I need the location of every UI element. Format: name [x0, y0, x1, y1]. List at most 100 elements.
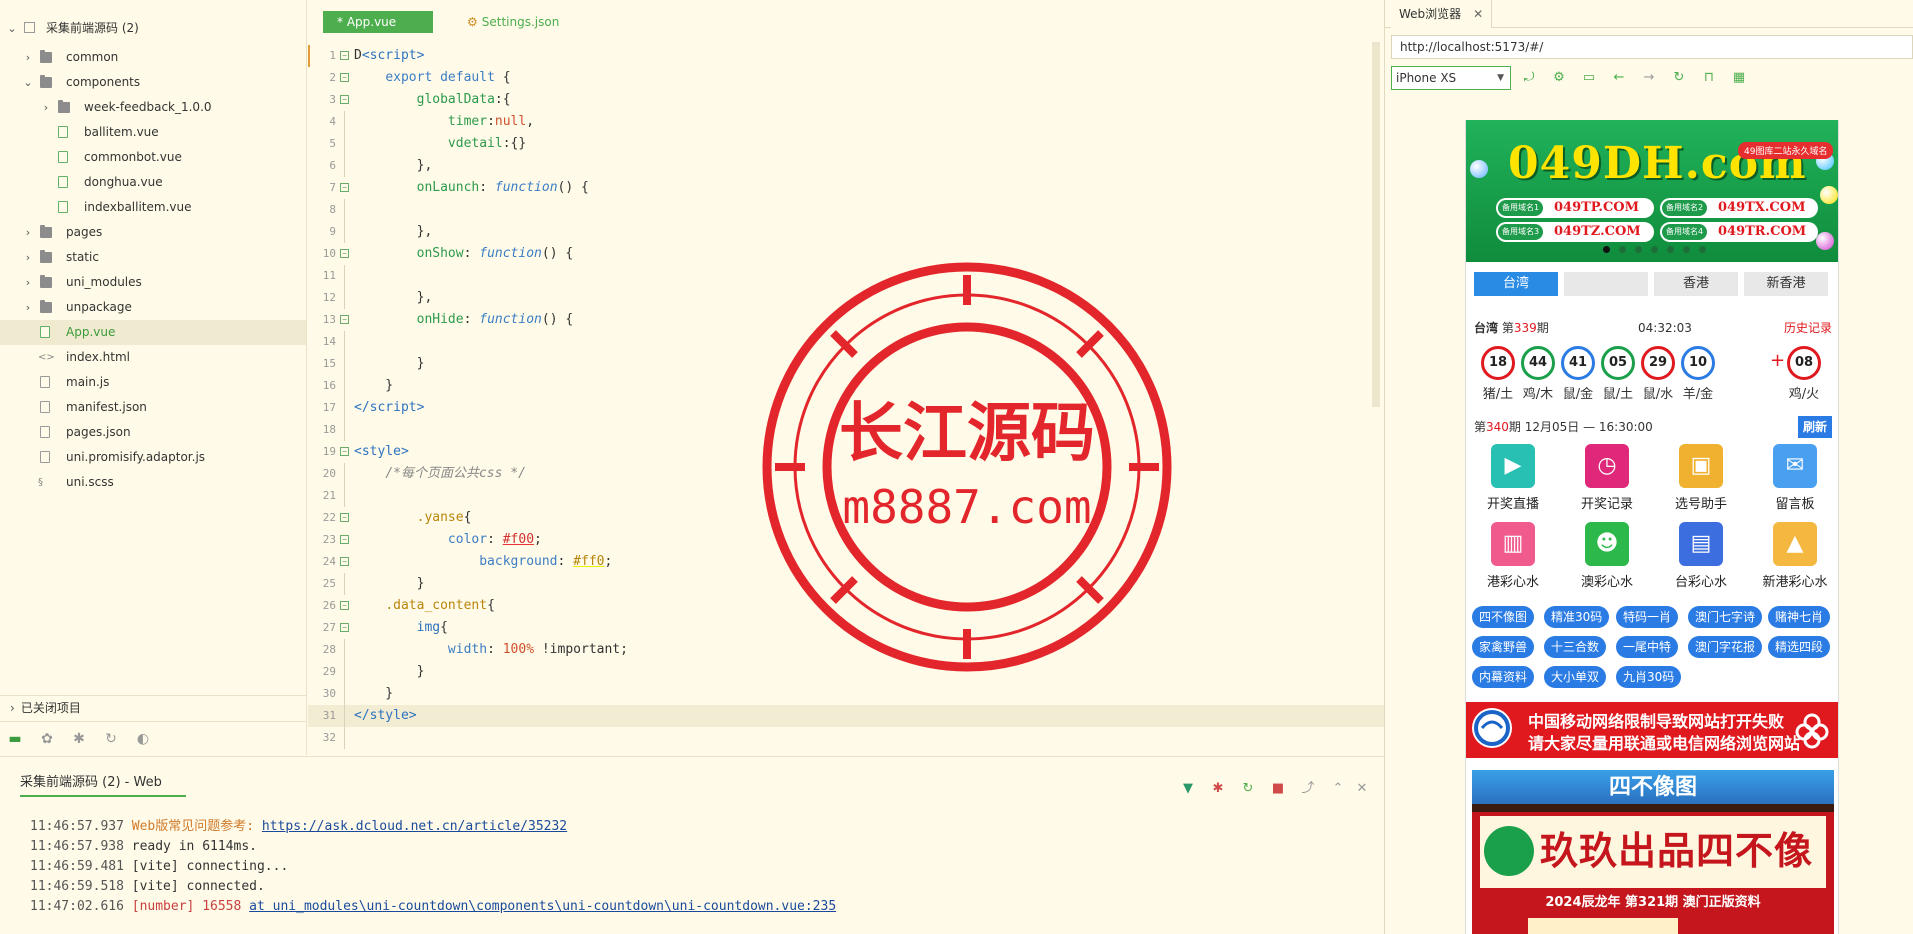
lock-icon[interactable]: ⊓ — [1701, 70, 1717, 86]
category-chip[interactable]: 澳门七字诗 — [1688, 606, 1763, 628]
code-line[interactable]: 24− background: #ff0; — [308, 551, 1384, 573]
plugin-icon[interactable]: ✿ — [38, 730, 56, 748]
category-chip[interactable]: 四不像图 — [1472, 606, 1535, 628]
fold-toggle-icon[interactable]: − — [340, 183, 349, 192]
fold-toggle-icon[interactable]: − — [340, 535, 349, 544]
export-icon[interactable]: ⤴ — [1300, 781, 1316, 797]
settings-icon[interactable]: ⚙ — [1551, 70, 1567, 86]
fold-toggle-icon[interactable]: − — [340, 51, 349, 60]
feature-item[interactable]: ✉ 留言板 — [1750, 444, 1838, 512]
code-line[interactable]: 12 }, — [308, 287, 1384, 309]
code-line[interactable]: 10− onShow: function() { — [308, 243, 1384, 265]
category-chip[interactable]: 一尾中特 — [1616, 636, 1679, 658]
phone-viewport[interactable]: 049DH.com 49图库二站永久域名 备用域名1 049TP.COM 备用域名… — [1465, 120, 1839, 934]
tree-item[interactable]: ballitem.vue — [0, 120, 306, 145]
browser-tab[interactable]: Web浏览器 ✕ — [1391, 0, 1493, 28]
tree-item[interactable]: indexballitem.vue — [0, 195, 306, 220]
code-line[interactable]: 15 } — [308, 353, 1384, 375]
code-line[interactable]: 30 } — [308, 683, 1384, 705]
category-chip[interactable]: 家禽野兽 — [1472, 636, 1535, 658]
code-line[interactable]: 21 — [308, 485, 1384, 507]
code-line[interactable]: 3− globalData:{ — [308, 89, 1384, 111]
project-root[interactable]: ⌄ 采集前端源码 (2) — [0, 16, 306, 41]
refresh-button[interactable]: 刷新 — [1797, 416, 1832, 438]
chevron-down-icon[interactable]: ⌄ — [6, 16, 18, 41]
close-icon[interactable]: ✕ — [1473, 0, 1483, 28]
fold-toggle-icon[interactable]: − — [340, 73, 349, 82]
code-line[interactable]: 27− img{ — [308, 617, 1384, 639]
carousel-dot[interactable] — [1683, 246, 1690, 253]
tree-item[interactable]: uni.promisify.adaptor.js — [0, 445, 306, 470]
category-chip[interactable]: 内幕资料 — [1472, 666, 1535, 688]
code-area[interactable]: 1− D<script> 2− export default {3− globalD… — [308, 45, 1384, 749]
qrcode-icon[interactable]: ▦ — [1731, 70, 1747, 86]
category-chip[interactable]: 十三合数 — [1544, 636, 1607, 658]
code-line[interactable]: 26− .data_content{ — [308, 595, 1384, 617]
region-tab-taiwan[interactable]: 台湾 — [1474, 272, 1558, 296]
carousel-dot[interactable] — [1699, 246, 1706, 253]
editor-scrollbar[interactable] — [1372, 42, 1380, 407]
tree-item[interactable]: App.vue — [0, 320, 306, 345]
code-line[interactable]: 16 } — [308, 375, 1384, 397]
tree-item[interactable]: main.js — [0, 370, 306, 395]
bug-icon[interactable]: ✱ — [1210, 781, 1226, 797]
chevron-right-icon[interactable]: › — [22, 295, 34, 320]
tree-item[interactable]: pages.json — [0, 420, 306, 445]
code-line[interactable]: 5 vdetail:{} — [308, 133, 1384, 155]
code-line[interactable]: 8 — [308, 199, 1384, 221]
clear-icon[interactable]: ✕ — [1354, 781, 1370, 797]
tab-app-vue[interactable]: * App.vue — [323, 11, 433, 33]
rotate-icon[interactable]: ⤾ — [1521, 70, 1537, 86]
fold-toggle-icon[interactable]: − — [340, 447, 349, 456]
collapse-icon[interactable]: ⌃ — [1330, 781, 1346, 797]
poster-four-unlike[interactable]: 四不像图 玖玖出品四不像 2024辰龙年 第321期 澳门正版资料 — [1472, 770, 1834, 934]
category-chip[interactable]: 精选四段 — [1768, 636, 1831, 658]
carousel-dot[interactable] — [1619, 246, 1626, 253]
code-line[interactable]: 29 } — [308, 661, 1384, 683]
chevron-right-icon[interactable]: › — [40, 95, 52, 120]
code-line[interactable]: 4 timer:null, — [308, 111, 1384, 133]
fold-toggle-icon[interactable]: − — [340, 557, 349, 566]
tree-item[interactable]: › common — [0, 45, 306, 70]
tab-settings-json[interactable]: ⚙ Settings.json — [453, 11, 573, 33]
history-link[interactable]: 历史记录 — [1784, 318, 1832, 338]
fold-toggle-icon[interactable]: − — [340, 623, 349, 632]
carousel-dot[interactable] — [1651, 246, 1658, 253]
code-line[interactable]: 14 — [308, 331, 1384, 353]
category-chip[interactable]: 澳门字花报 — [1688, 636, 1763, 658]
region-tab-new-hongkong[interactable]: 新香港 — [1744, 272, 1828, 296]
tree-item[interactable]: commonbot.vue — [0, 145, 306, 170]
code-line[interactable]: 19− <style> — [308, 441, 1384, 463]
fold-toggle-icon[interactable]: − — [340, 95, 349, 104]
region-tab-blank[interactable] — [1564, 272, 1648, 296]
chevron-right-icon[interactable]: › — [22, 220, 34, 245]
feature-item[interactable]: ▤ 台彩心水 — [1656, 522, 1746, 590]
code-line[interactable]: 9 }, — [308, 221, 1384, 243]
category-chip[interactable]: 九肖30码 — [1616, 666, 1682, 688]
carousel-dot[interactable] — [1635, 246, 1642, 253]
chevron-down-icon[interactable]: ⌄ — [22, 70, 34, 95]
code-line[interactable]: 22− .yanse{ — [308, 507, 1384, 529]
category-chip[interactable]: 大小单双 — [1544, 666, 1607, 688]
folder-icon[interactable]: ▬ — [6, 730, 24, 748]
back-icon[interactable]: ← — [1611, 70, 1627, 86]
category-chip[interactable]: 特码一肖 — [1616, 606, 1679, 628]
tree-item[interactable]: › pages — [0, 220, 306, 245]
chevron-right-icon[interactable]: › — [22, 245, 34, 270]
code-line[interactable]: 20 /*每个页面公共css */ — [308, 463, 1384, 485]
stop-icon[interactable]: ■ — [1270, 781, 1286, 797]
feature-item[interactable]: ☻ 澳彩心水 — [1562, 522, 1652, 590]
tree-item[interactable]: › uni_modules — [0, 270, 306, 295]
console-log[interactable]: 11:46:57.937 Web版常见问题参考: https://ask.dcl… — [30, 817, 1384, 917]
code-line[interactable]: 1− D<script> — [308, 45, 1384, 67]
code-line[interactable]: 6 }, — [308, 155, 1384, 177]
fold-toggle-icon[interactable]: − — [340, 513, 349, 522]
feature-item[interactable]: ▶ 开奖直播 — [1468, 444, 1558, 512]
feature-item[interactable]: ▥ 港彩心水 — [1468, 522, 1558, 590]
code-line[interactable]: 31 </style> — [308, 705, 1384, 727]
tree-item[interactable]: › week-feedback_1.0.0 — [0, 95, 306, 120]
category-chip[interactable]: 赌神七肖 — [1768, 606, 1831, 628]
device-select[interactable]: iPhone XS ▼ — [1391, 66, 1511, 90]
filter-icon[interactable]: ▼ — [1180, 781, 1196, 797]
bug-icon[interactable]: ✱ — [70, 730, 88, 748]
